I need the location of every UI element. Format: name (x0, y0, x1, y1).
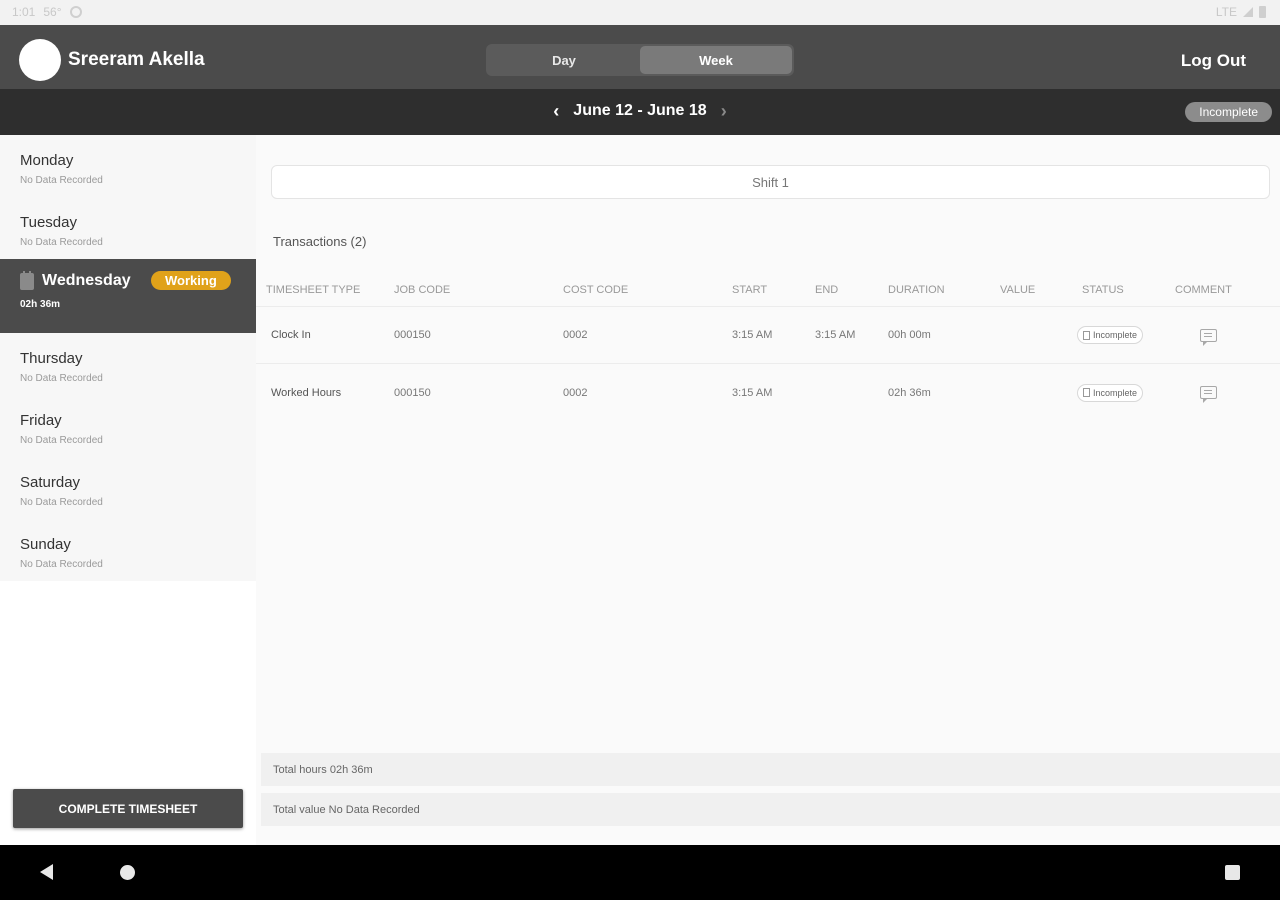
day-item-friday[interactable]: Friday No Data Recorded (0, 395, 256, 457)
comment-icon[interactable] (1200, 328, 1217, 346)
notification-icon (69, 6, 82, 18)
day-item-tuesday[interactable]: Tuesday No Data Recorded (0, 197, 256, 259)
day-list: Monday No Data Recorded Tuesday No Data … (0, 135, 256, 581)
column-header: STATUS (1082, 283, 1124, 296)
column-header: START (732, 283, 768, 296)
day-summary: No Data Recorded (20, 497, 103, 508)
table-row[interactable]: Clock In 000150 0002 3:15 AM 3:15 AM 00h… (256, 307, 1280, 364)
battery-icon (1259, 6, 1266, 18)
day-summary: No Data Recorded (20, 237, 103, 248)
document-icon (1083, 330, 1090, 340)
day-name: Wednesday (42, 272, 131, 289)
working-badge: Working (151, 271, 231, 290)
network-label: LTE (1215, 5, 1237, 19)
signal-icon (1243, 7, 1253, 17)
complete-timesheet-button[interactable]: COMPLETE TIMESHEET (13, 789, 243, 828)
status-text: Incomplete (1093, 387, 1138, 398)
logout-button[interactable]: Log Out (1181, 51, 1246, 71)
cell-cost-code: 0002 (563, 386, 588, 399)
cell-type: Worked Hours (271, 386, 342, 399)
date-bar: ‹ June 12 - June 18 › Incomplete (0, 89, 1280, 135)
day-name: Monday (20, 152, 74, 169)
table-row[interactable]: Worked Hours 000150 0002 3:15 AM 02h 36m… (256, 364, 1280, 421)
day-summary: No Data Recorded (20, 175, 103, 186)
day-summary: 02h 36m (20, 299, 61, 310)
date-range: June 12 - June 18 (573, 102, 707, 119)
day-view-tab[interactable]: Day (488, 46, 640, 74)
day-sidebar: Monday No Data Recorded Tuesday No Data … (0, 135, 256, 845)
back-icon[interactable] (40, 864, 53, 880)
day-item-thursday[interactable]: Thursday No Data Recorded (0, 333, 256, 395)
total-hours-bar: Total hours 02h 36m (261, 753, 1280, 786)
week-status-badge: Incomplete (1185, 102, 1272, 122)
next-week-icon[interactable]: › (721, 102, 727, 120)
cell-end: 3:15 AM (815, 329, 856, 341)
column-header: COST CODE (563, 283, 629, 296)
cell-type: Clock In (271, 329, 311, 341)
day-name: Friday (20, 412, 62, 429)
column-header: JOB CODE (394, 283, 451, 296)
status-badge[interactable]: Incomplete (1077, 326, 1144, 344)
cell-job-code: 000150 (394, 329, 431, 341)
cell-duration: 00h 00m (888, 329, 931, 341)
cell-start: 3:15 AM (732, 386, 773, 399)
week-view-tab[interactable]: Week (640, 46, 792, 74)
app-header: Sreeram Akella Day Week Log Out (0, 25, 1280, 89)
transactions-table: TIMESHEET TYPE JOB CODE COST CODE START … (256, 273, 1280, 421)
avatar[interactable] (19, 39, 61, 81)
cell-job-code: 000150 (394, 386, 431, 399)
home-icon[interactable] (120, 865, 135, 880)
status-text: Incomplete (1093, 330, 1138, 340)
calendar-icon (20, 270, 34, 290)
day-item-monday[interactable]: Monday No Data Recorded (0, 135, 256, 197)
column-header: COMMENT (1175, 283, 1232, 296)
day-summary: No Data Recorded (20, 559, 103, 570)
day-name: Saturday (20, 474, 81, 491)
clock-text: 1:01 (12, 5, 36, 19)
column-header: END (815, 283, 839, 296)
cell-cost-code: 0002 (563, 329, 588, 341)
total-value-bar: Total value No Data Recorded (261, 793, 1280, 826)
column-header: TIMESHEET TYPE (266, 283, 361, 296)
day-name: Tuesday (20, 214, 77, 231)
transactions-title: Transactions (2) (273, 234, 367, 249)
comment-icon[interactable] (1200, 386, 1217, 403)
system-nav-bar (0, 845, 1280, 900)
shift-selector[interactable]: Shift 1 (271, 165, 1270, 199)
table-header: TIMESHEET TYPE JOB CODE COST CODE START … (256, 273, 1280, 307)
column-header: DURATION (888, 283, 945, 296)
user-name: Sreeram Akella (68, 49, 205, 70)
view-toggle: Day Week (486, 44, 794, 76)
day-item-wednesday[interactable]: Wednesday 02h 36m Working (0, 259, 256, 333)
day-name: Thursday (20, 350, 83, 367)
system-status-bar: 1:01 56° LTE (0, 0, 1280, 25)
cell-start: 3:15 AM (732, 329, 773, 341)
document-icon (1083, 388, 1090, 397)
cell-duration: 02h 36m (888, 386, 931, 399)
day-name: Sunday (20, 536, 71, 553)
previous-week-icon[interactable]: ‹ (553, 102, 559, 120)
day-item-saturday[interactable]: Saturday No Data Recorded (0, 457, 256, 519)
day-summary: No Data Recorded (20, 373, 103, 384)
day-summary: No Data Recorded (20, 435, 103, 446)
weather-text: 56° (43, 5, 62, 19)
status-badge[interactable]: Incomplete (1077, 383, 1144, 402)
recent-apps-icon[interactable] (1225, 865, 1240, 880)
column-header: VALUE (1000, 283, 1036, 296)
day-item-sunday[interactable]: Sunday No Data Recorded (0, 519, 256, 581)
main-panel: Shift 1 Transactions (2) TIMESHEET TYPE … (256, 135, 1280, 845)
